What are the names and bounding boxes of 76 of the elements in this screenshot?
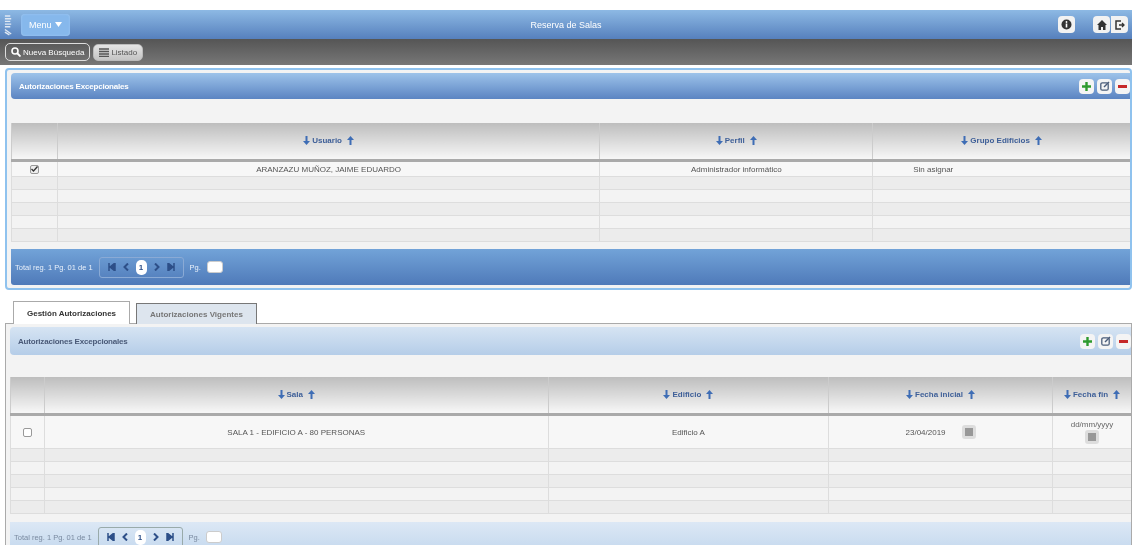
table-cell: Edificio A [548,414,829,449]
header-cell [10,377,45,415]
remove-button[interactable] [1116,333,1131,349]
page-input[interactable] [206,261,223,273]
app-title: Reserva de Salas [530,19,602,30]
column-title: Usuario [312,135,342,145]
logo-icon [4,12,13,37]
column-title: Edificio [672,389,702,399]
date-field[interactable]: dd/mm/yyyy [1068,420,1117,429]
page-number-button[interactable]: 1 [135,259,147,275]
add-button[interactable] [1079,78,1094,94]
column-header[interactable]: Fecha fin [1052,377,1131,415]
row-checkbox[interactable] [29,164,39,174]
sort-up-icon [749,135,757,145]
sort-down-icon [303,135,311,145]
column-header[interactable]: Perfil [599,123,873,161]
column-title: Sala [286,389,303,399]
search-icon [11,47,21,57]
next-page-icon[interactable] [153,263,160,271]
page-number-button[interactable]: 1 [134,529,146,545]
sort-down-icon [906,389,913,399]
table-cell: SALA 1 - EDIFICIO A - 80 PERSONAS [44,414,549,449]
first-page-icon[interactable] [107,263,116,271]
edit-button[interactable] [1097,78,1112,94]
date-field[interactable]: 23/04/2019 [905,427,954,437]
last-page-icon[interactable] [166,263,175,271]
caret-icon [54,22,62,27]
sort-up-icon [347,135,354,145]
column-header[interactable]: Usuario [57,123,600,161]
sort-up-icon [968,389,976,399]
calendar-button[interactable] [961,425,976,439]
column-title: Fecha inicial [915,389,964,399]
plus-icon [1083,336,1092,346]
tab[interactable]: Gestión Autorizaciones [13,301,131,324]
remove-button[interactable] [1115,78,1130,94]
previous-page-icon[interactable] [121,533,128,541]
column-title: Grupo Edificios [970,135,1030,145]
edit-icon [1099,81,1110,91]
home-button[interactable] [1093,16,1110,33]
column-header[interactable]: Fecha inicial [828,377,1053,415]
sort-down-icon [663,389,671,399]
list-icon [99,47,110,57]
edit-icon [1100,336,1111,346]
next-page-icon[interactable] [152,533,159,541]
column-header[interactable]: Sala [44,377,549,415]
column-header[interactable]: Edificio [548,377,829,415]
column-header[interactable]: Grupo Edificios [872,123,1130,161]
sort-down-icon [961,135,969,145]
minus-icon [1118,84,1127,88]
search-button[interactable]: Nueva Búsqueda [5,43,91,61]
column-title: Perfil [724,135,745,145]
last-page-icon[interactable] [165,533,174,541]
panel-title: Autorizaciones Excepcionales [19,81,129,91]
minus-icon [1119,339,1128,343]
calendar-button[interactable] [1085,430,1100,444]
sort-down-icon [715,135,723,145]
sort-up-icon [308,389,315,399]
sort-down-icon [1063,389,1071,399]
tab[interactable]: Autorizaciones Vigentes [136,303,257,324]
header-cell [11,123,58,161]
sort-up-icon [1113,389,1121,399]
column-title: Fecha fin [1072,389,1109,399]
add-button[interactable] [1080,333,1095,349]
sort-down-icon [277,389,285,399]
panel-title: Autorizaciones Excepcionales [18,336,128,346]
previous-page-icon[interactable] [122,263,129,271]
row-checkbox[interactable] [22,427,32,437]
first-page-icon[interactable] [106,533,115,541]
page-input[interactable] [205,531,222,543]
sort-up-icon [1034,135,1042,145]
logout-button[interactable] [1111,16,1128,33]
edit-button[interactable] [1098,333,1113,349]
sort-up-icon [706,389,714,399]
info-button[interactable] [1058,16,1075,33]
list-button[interactable]: Listado [93,43,144,61]
plus-icon [1082,81,1091,91]
